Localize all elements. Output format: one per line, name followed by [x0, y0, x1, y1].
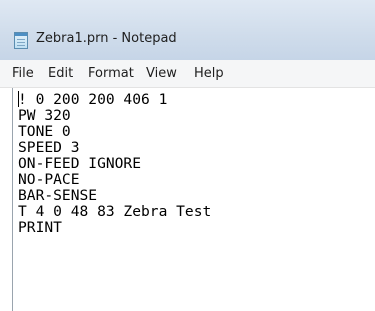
- notepad-icon: [14, 32, 28, 49]
- menu-view[interactable]: View: [146, 66, 177, 81]
- editor-line: ON-FEED IGNORE: [18, 155, 142, 172]
- editor-line: ! 0 200 200 406 1: [18, 91, 168, 108]
- editor-line: PRINT: [18, 219, 62, 236]
- title-bar[interactable]: Zebra1.prn - Notepad: [0, 0, 375, 60]
- menu-bar: File Edit Format View Help: [0, 60, 375, 88]
- menu-file[interactable]: File: [12, 66, 34, 81]
- editor-line: NO-PACE: [18, 171, 80, 188]
- menu-help[interactable]: Help: [194, 66, 224, 81]
- window-title: Zebra1.prn - Notepad: [36, 31, 177, 46]
- menu-format[interactable]: Format: [88, 66, 134, 81]
- menu-edit[interactable]: Edit: [48, 66, 73, 81]
- editor-line: TONE 0: [18, 123, 71, 140]
- editor-line: BAR-SENSE: [18, 187, 98, 204]
- text-editor[interactable]: ! 0 200 200 406 1 PW 320 TONE 0 SPEED 3 …: [12, 88, 375, 311]
- editor-line: SPEED 3: [18, 139, 80, 156]
- editor-line: PW 320: [18, 107, 71, 124]
- notepad-window: Zebra1.prn - Notepad File Edit Format Vi…: [0, 0, 375, 311]
- editor-line: T 4 0 48 83 Zebra Test: [18, 203, 212, 220]
